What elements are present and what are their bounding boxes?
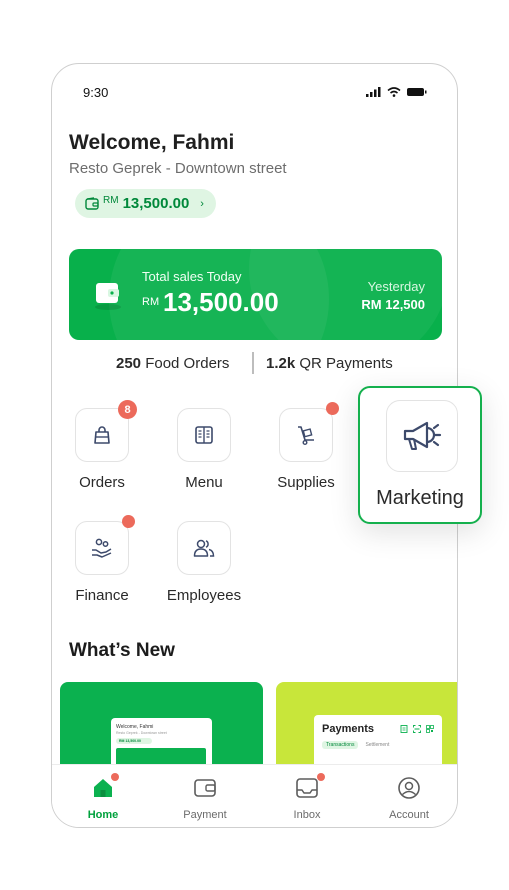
- balance-pill[interactable]: RM 13,500.00 ›: [75, 189, 216, 218]
- food-orders-count: 250: [116, 355, 142, 372]
- yesterday-label: Yesterday: [367, 279, 425, 294]
- qr-payments-count: 1.2k: [266, 355, 296, 372]
- yesterday-amount: RM 12,500: [361, 297, 425, 312]
- wallet-icon: [95, 283, 121, 310]
- promo-payments-icons: [400, 725, 434, 733]
- store-subtitle: Resto Geprek - Downtown street: [69, 160, 287, 177]
- orders-label: Orders: [79, 474, 125, 491]
- scan-icon: [413, 725, 421, 733]
- supplies-tile[interactable]: [279, 402, 339, 462]
- qr-payments-label: QR Payments: [299, 355, 393, 372]
- nav-account-label: Account: [389, 809, 429, 821]
- finance-tile[interactable]: [75, 515, 135, 575]
- employees-icon: [193, 539, 215, 557]
- nav-payment-icon-wrap: [165, 775, 245, 801]
- nav-account-icon-wrap: [369, 775, 449, 801]
- bottom-navigation: Home Payment Inbox Account: [52, 764, 457, 827]
- nav-item-inbox[interactable]: Inbox: [267, 773, 347, 821]
- employees-tile[interactable]: [177, 521, 231, 575]
- wallet-icon: [85, 197, 99, 210]
- total-sales-label: Total sales Today: [142, 269, 242, 284]
- promo-tab-settlement: Settlement: [365, 742, 390, 748]
- menu-book-icon: [195, 426, 213, 444]
- wallet-icon: [194, 779, 216, 797]
- whats-new-heading: What’s New: [69, 640, 175, 661]
- menu-item-supplies[interactable]: Supplies: [261, 402, 351, 491]
- menu-item-finance[interactable]: Finance: [57, 515, 147, 604]
- orders-tile[interactable]: 8: [75, 400, 137, 462]
- wifi-icon: [387, 87, 401, 97]
- qr-code-icon: [426, 725, 434, 733]
- total-sales-amount: 13,500.00: [163, 287, 279, 317]
- stats-row: 250 Food Orders 1.2k QR Payments: [52, 352, 457, 376]
- finance-icon: [92, 538, 112, 558]
- receipt-icon: [400, 725, 408, 733]
- nav-inbox-icon-wrap: [267, 773, 347, 801]
- hand-truck-icon: [298, 426, 314, 446]
- balance-amount: 13,500.00: [122, 195, 190, 212]
- inbox-icon: [296, 778, 318, 798]
- home-notification-dot: [111, 773, 119, 781]
- orders-badge: 8: [118, 400, 137, 419]
- marketing-tile[interactable]: [386, 400, 458, 472]
- finance-label: Finance: [75, 587, 129, 604]
- food-orders-label: Food Orders: [145, 355, 230, 372]
- finance-notification-dot: [122, 515, 135, 528]
- battery-icon: [407, 88, 427, 96]
- status-bar: 9:30: [52, 64, 457, 124]
- promo-welcome-text: Welcome, Fahmi: [116, 724, 154, 730]
- promo-balance-pill: RM 13,500.00: [116, 738, 152, 744]
- menu-tile[interactable]: [177, 408, 231, 462]
- employees-label: Employees: [166, 587, 242, 604]
- promo-tab-transactions: Transactions: [322, 741, 359, 749]
- promo-card-payments[interactable]: Payments Transactions Settlement: [276, 682, 457, 772]
- menu-label: Menu: [185, 474, 223, 491]
- balance-currency: RM: [103, 195, 119, 206]
- megaphone-icon: [403, 421, 442, 450]
- total-sales-currency: RM: [142, 296, 160, 308]
- supplies-label: Supplies: [277, 474, 335, 491]
- account-icon: [398, 777, 420, 799]
- nav-home-icon-wrap: [63, 773, 143, 801]
- nav-home-label: Home: [87, 809, 119, 821]
- nav-item-payment[interactable]: Payment: [165, 775, 245, 821]
- total-sales-card[interactable]: Total sales Today RM 13,500.00 Yesterday…: [69, 249, 442, 340]
- nav-inbox-label: Inbox: [293, 809, 321, 821]
- status-icons: [366, 87, 427, 97]
- nav-payment-label: Payment: [183, 809, 227, 821]
- welcome-title: Welcome, Fahmi: [69, 131, 235, 154]
- inbox-notification-dot: [317, 773, 325, 781]
- chevron-right-icon: ›: [200, 197, 204, 210]
- promo-subtitle-text: Resto Geprek - Downtown street: [116, 731, 167, 735]
- supplies-notification-dot: [326, 402, 339, 415]
- promo-payments-tabs: Transactions Settlement: [322, 741, 434, 749]
- promo-card-dashboard[interactable]: Welcome, Fahmi Resto Geprek - Downtown s…: [60, 682, 263, 772]
- menu-item-employees[interactable]: Employees: [159, 521, 249, 604]
- stats-divider: [252, 352, 254, 374]
- status-time: 9:30: [83, 85, 109, 100]
- nav-item-home[interactable]: Home: [63, 773, 143, 821]
- food-orders-stat: 250 Food Orders: [116, 355, 229, 372]
- menu-item-marketing[interactable]: Marketing: [358, 386, 482, 524]
- nav-item-account[interactable]: Account: [369, 775, 449, 821]
- menu-item-menu[interactable]: Menu: [159, 408, 249, 491]
- signal-icon: [366, 87, 381, 97]
- marketing-label: Marketing: [376, 487, 464, 509]
- shopping-bag-icon: [94, 426, 110, 444]
- qr-payments-stat: 1.2k QR Payments: [266, 355, 393, 372]
- menu-item-orders[interactable]: 8 Orders: [57, 400, 147, 491]
